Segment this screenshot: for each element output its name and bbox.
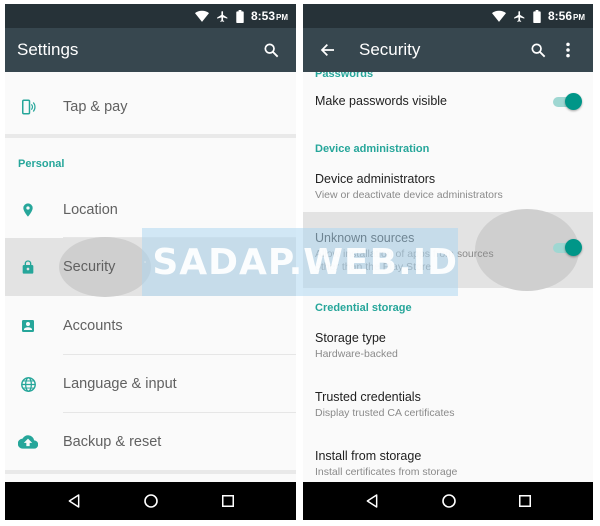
pref-summary: View or deactivate device administrators xyxy=(315,189,503,201)
unknown-sources-toggle[interactable] xyxy=(551,239,582,256)
battery-icon xyxy=(533,9,541,23)
passwords-visible-toggle[interactable] xyxy=(551,93,582,110)
pref-title: Make passwords visible xyxy=(315,94,447,108)
pref-title: Trusted credentials xyxy=(315,390,421,404)
settings-item-label: Location xyxy=(63,202,118,218)
pref-summary: Install certificates from storage xyxy=(315,466,458,478)
cloud-upload-icon xyxy=(18,432,38,452)
navigation-bar xyxy=(303,482,593,520)
status-ampm: PM xyxy=(276,13,288,22)
lock-icon xyxy=(18,257,38,277)
nav-recents-icon[interactable] xyxy=(221,494,235,508)
status-bar: 8:53PM xyxy=(5,4,296,28)
settings-item-label: Tap & pay xyxy=(63,99,128,115)
settings-item-location[interactable]: Location xyxy=(5,187,296,233)
divider xyxy=(63,354,296,355)
battery-icon xyxy=(236,9,244,23)
pref-title: Device administrators xyxy=(315,172,436,186)
settings-item-label: Security xyxy=(63,259,116,275)
account-icon xyxy=(18,316,38,336)
pref-storage-type[interactable]: Storage type Hardware-backed xyxy=(315,331,581,361)
overflow-menu-icon[interactable] xyxy=(555,37,581,63)
pref-title: Storage type xyxy=(315,331,386,345)
settings-item-backup[interactable]: Backup & reset xyxy=(5,419,296,465)
incognito-icon xyxy=(144,261,147,263)
section-header-credential-storage: Credential storage xyxy=(315,302,412,314)
settings-item-accounts[interactable]: Accounts xyxy=(5,303,296,349)
nav-back-icon[interactable] xyxy=(66,493,82,509)
watermark: SADAP.WEB.ID xyxy=(142,228,458,296)
nav-home-icon[interactable] xyxy=(441,493,457,509)
pref-title: Install from storage xyxy=(315,449,422,463)
toggle-thumb xyxy=(565,239,582,256)
watermark-text: SADAP.WEB.ID xyxy=(152,241,458,283)
status-ampm: PM xyxy=(573,13,585,22)
settings-item-label: Accounts xyxy=(63,318,123,334)
nav-home-icon[interactable] xyxy=(143,493,159,509)
pref-trusted-credentials[interactable]: Trusted credentials Display trusted CA c… xyxy=(315,390,581,420)
settings-item-tap-pay[interactable]: Tap & pay xyxy=(5,84,296,130)
status-time: 8:56 xyxy=(547,9,572,23)
back-arrow-icon[interactable] xyxy=(315,37,341,63)
section-divider xyxy=(5,470,296,474)
nav-back-icon[interactable] xyxy=(364,493,380,509)
settings-item-label: Language & input xyxy=(63,376,177,392)
pref-device-administrators[interactable]: Device administrators View or deactivate… xyxy=(315,172,581,202)
page-title: Settings xyxy=(17,40,79,59)
location-icon xyxy=(18,200,38,220)
nav-recents-icon[interactable] xyxy=(518,494,532,508)
settings-item-label: Backup & reset xyxy=(63,434,162,450)
wifi-icon xyxy=(194,10,209,22)
search-icon[interactable] xyxy=(258,37,284,63)
navigation-bar xyxy=(5,482,296,520)
status-time: 8:53 xyxy=(250,9,275,23)
page-title: Security xyxy=(359,40,421,59)
airplane-icon xyxy=(217,10,228,22)
toggle-thumb xyxy=(565,93,582,110)
section-header-device-admin: Device administration xyxy=(315,143,430,155)
pref-install-from-storage[interactable]: Install from storage Install certificate… xyxy=(315,449,581,479)
app-bar: Settings xyxy=(5,28,296,72)
pref-make-passwords-visible[interactable]: Make passwords visible xyxy=(315,94,581,108)
section-divider xyxy=(5,134,296,138)
pref-summary: Display trusted CA certificates xyxy=(315,407,455,419)
pref-summary: Hardware-backed xyxy=(315,348,398,360)
wifi-icon xyxy=(491,10,506,22)
status-bar: 8:56PM xyxy=(303,4,593,28)
airplane-icon xyxy=(514,10,525,22)
app-bar: Security xyxy=(303,28,593,72)
divider xyxy=(63,412,296,413)
globe-icon xyxy=(18,374,38,394)
tap-pay-icon xyxy=(18,97,38,117)
settings-item-language[interactable]: Language & input xyxy=(5,361,296,407)
section-header-personal: Personal xyxy=(18,158,65,170)
search-icon[interactable] xyxy=(525,37,551,63)
section-header-passwords: Passwords xyxy=(315,72,374,80)
